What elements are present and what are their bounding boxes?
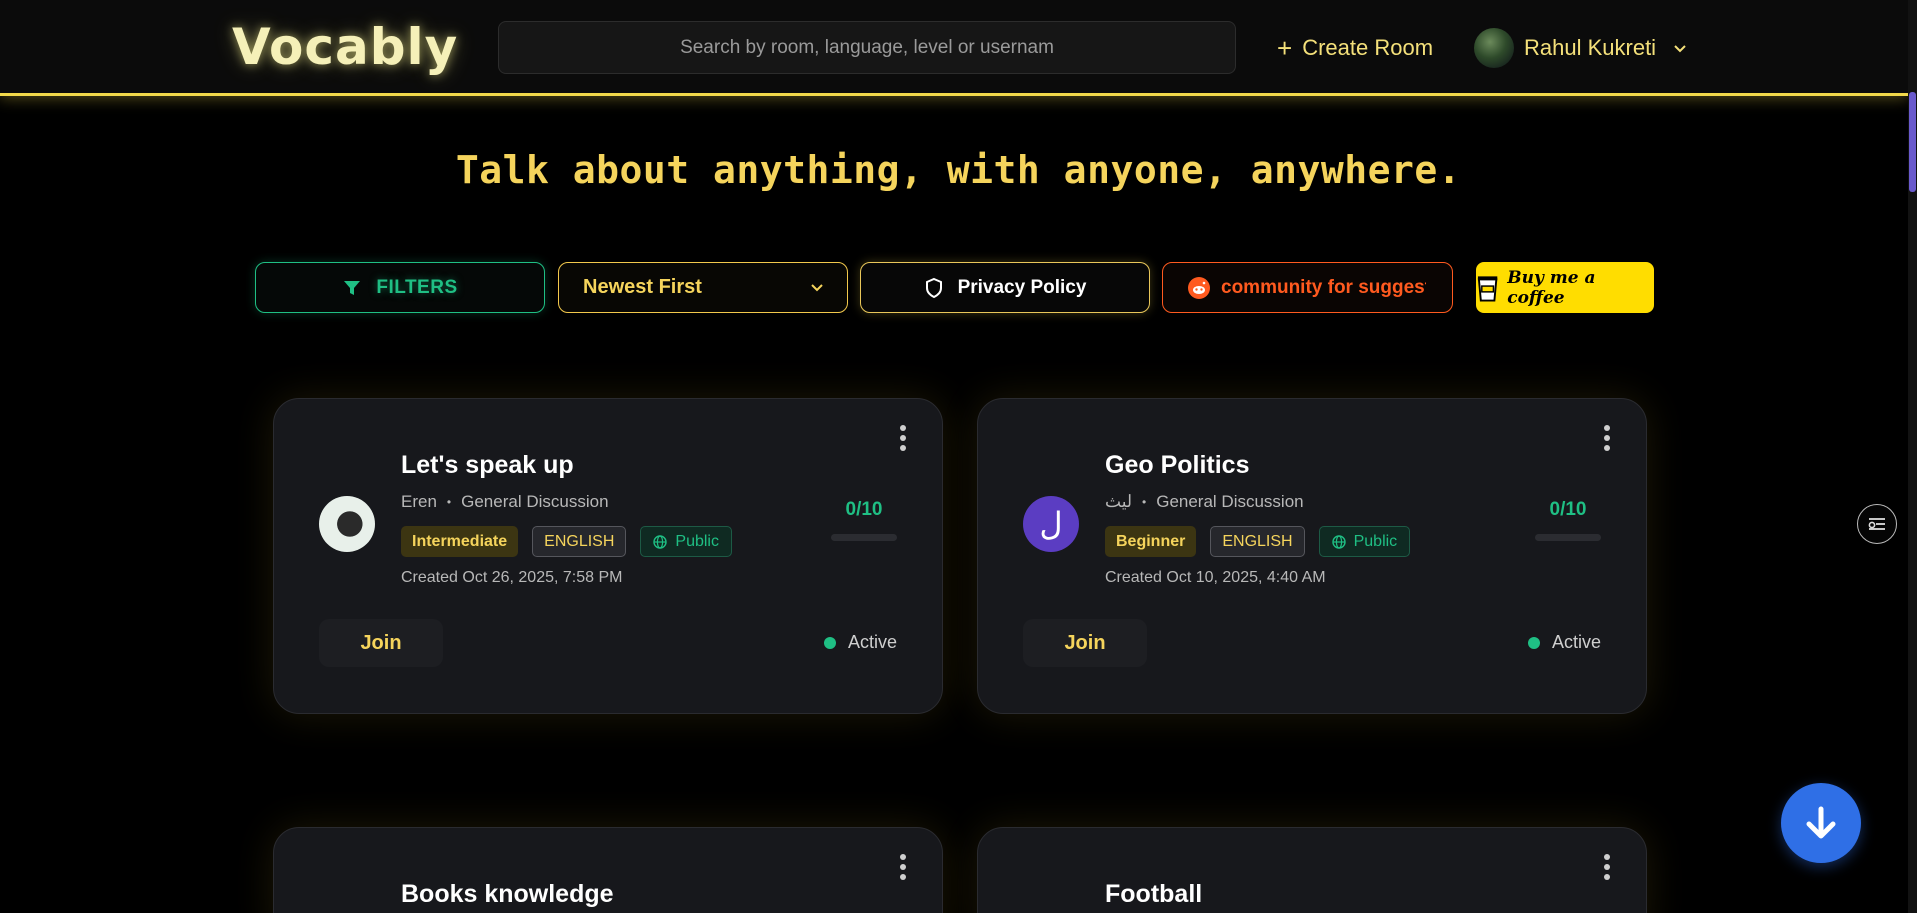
status-dot <box>1527 636 1540 649</box>
created-timestamp: Created Oct 26, 2025, 7:58 PM <box>401 569 623 586</box>
privacy-policy-label: Privacy Policy <box>957 276 1087 298</box>
created-timestamp: Created Oct 10, 2025, 4:40 AM <box>1105 569 1326 586</box>
room-meta: ليث • General Discussion <box>1105 492 1304 512</box>
more-options-icon[interactable] <box>1602 854 1612 880</box>
host-avatar <box>319 496 375 552</box>
user-name: Rahul Kukreti <box>1524 35 1657 60</box>
separator-dot: • <box>1142 495 1147 509</box>
room-card: Let's speak up Eren • General Discussion… <box>273 398 943 714</box>
plus-icon: + <box>1277 33 1293 63</box>
sort-select[interactable]: Newest First <box>558 262 848 313</box>
join-button[interactable]: Join <box>319 619 443 667</box>
status-label: Active <box>847 632 897 652</box>
room-card: ل Geo Politics ليث • General Discussion … <box>977 398 1647 714</box>
visibility-label: Public <box>675 532 719 550</box>
search-input[interactable] <box>499 22 1235 73</box>
more-options-icon[interactable] <box>898 854 908 880</box>
create-room-button[interactable]: + Create Room <box>1277 31 1433 65</box>
reddit-community-button[interactable]: community for suggest <box>1162 262 1453 313</box>
page-tagline: Talk about anything, with anyone, anywhe… <box>455 148 1462 192</box>
status-label: Active <box>1551 632 1601 652</box>
chevron-down-icon <box>811 283 823 291</box>
filter-icon <box>344 280 361 295</box>
room-title: Books knowledge <box>401 880 614 908</box>
globe-icon <box>653 534 668 549</box>
top-navbar: Vocably + Create Room Rahul Kukreti <box>0 0 1908 96</box>
more-options-icon[interactable] <box>898 425 908 451</box>
separator-dot: • <box>446 495 452 509</box>
user-avatar <box>1474 28 1514 68</box>
room-card: Books knowledge <box>273 827 943 913</box>
room-status: Active <box>1527 632 1601 653</box>
visibility-badge: Public <box>1318 526 1411 557</box>
scroll-down-button[interactable] <box>1781 783 1861 863</box>
visibility-label: Public <box>1353 532 1398 550</box>
room-capacity: 0/10 <box>1535 499 1601 541</box>
visibility-badge: Public <box>640 526 732 557</box>
language-badge: ENGLISH <box>532 526 627 557</box>
room-meta: Eren • General Discussion <box>401 492 609 512</box>
arrow-down-icon <box>1806 806 1836 839</box>
room-tags: Intermediate ENGLISH Public <box>401 526 732 557</box>
buy-me-a-coffee-button[interactable]: Buy me a coffee <box>1476 262 1654 313</box>
reddit-icon <box>1188 276 1210 299</box>
shield-icon <box>925 277 942 298</box>
globe-icon <box>1331 534 1346 549</box>
user-menu[interactable]: Rahul Kukreti <box>1474 28 1688 68</box>
coffee-cup-icon <box>1477 275 1498 302</box>
level-badge: Beginner <box>1105 526 1197 557</box>
room-card: Football <box>977 827 1647 913</box>
room-title: Football <box>1105 880 1203 908</box>
room-tags: Beginner ENGLISH Public <box>1105 526 1411 557</box>
language-badge: ENGLISH <box>1210 526 1305 557</box>
capacity-count: 0/10 <box>1549 499 1587 520</box>
scrollbar-thumb[interactable] <box>1909 92 1916 192</box>
room-capacity: 0/10 <box>831 499 897 541</box>
more-options-icon[interactable] <box>1602 425 1612 451</box>
room-status: Active <box>823 632 897 653</box>
capacity-count: 0/10 <box>845 499 883 520</box>
chevron-down-icon <box>1674 45 1686 53</box>
filters-label: FILTERS <box>376 276 458 298</box>
room-host[interactable]: Eren <box>401 492 437 512</box>
room-topic: General Discussion <box>461 492 609 511</box>
app-logo[interactable]: Vocably <box>232 18 458 76</box>
status-dot <box>823 636 836 649</box>
room-title: Geo Politics <box>1105 451 1250 479</box>
reddit-label: community for suggest <box>1221 276 1426 298</box>
room-title: Let's speak up <box>401 451 574 479</box>
host-avatar: ل <box>1023 496 1079 552</box>
search-box[interactable] <box>498 21 1236 74</box>
room-host[interactable]: ليث <box>1105 492 1132 512</box>
settings-sliders-icon[interactable] <box>1857 504 1897 544</box>
capacity-bar <box>831 534 897 541</box>
capacity-bar <box>1535 534 1601 541</box>
filters-button[interactable]: FILTERS <box>255 262 545 313</box>
page-scrollbar[interactable] <box>1908 0 1917 913</box>
coffee-label: Buy me a coffee <box>1507 267 1596 308</box>
sort-value: Newest First <box>583 276 702 298</box>
room-topic: General Discussion <box>1156 492 1304 511</box>
join-button[interactable]: Join <box>1023 619 1147 667</box>
privacy-policy-button[interactable]: Privacy Policy <box>860 262 1150 313</box>
level-badge: Intermediate <box>401 526 519 557</box>
create-room-label: Create Room <box>1302 35 1434 60</box>
